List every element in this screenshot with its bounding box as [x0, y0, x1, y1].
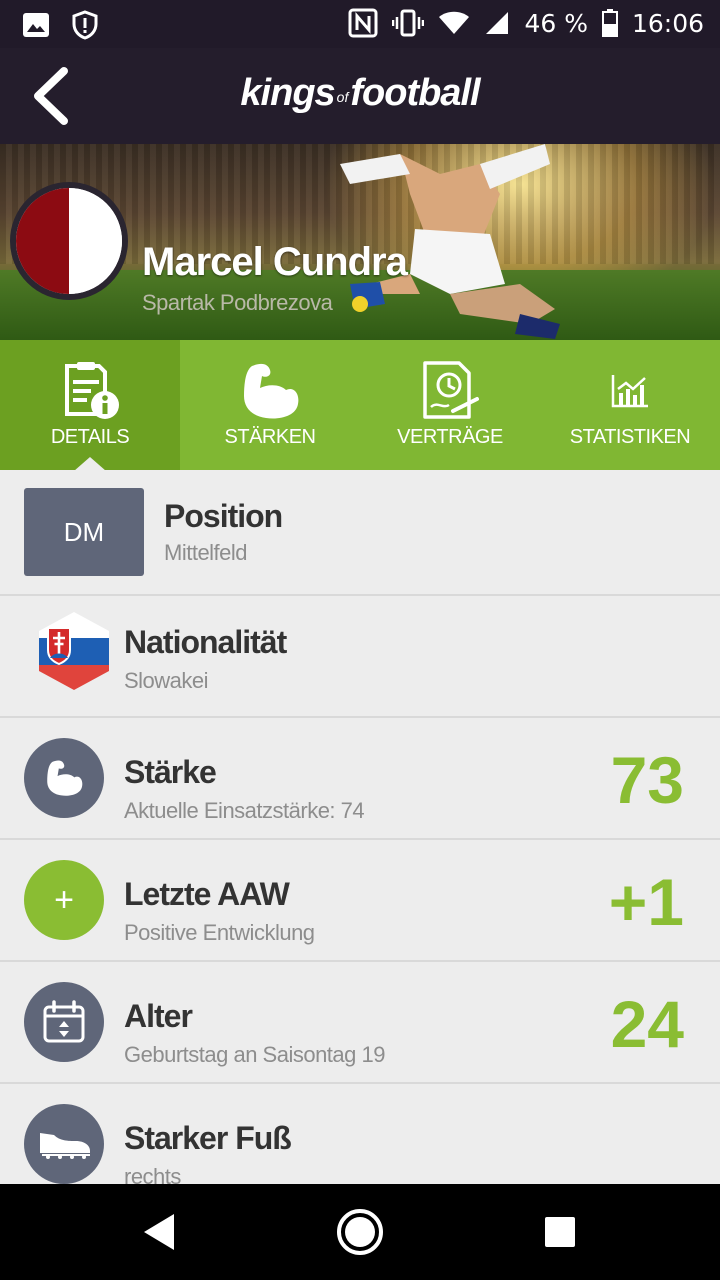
position-value: Mittelfeld: [164, 540, 248, 565]
nav-recents-icon: [545, 1217, 575, 1247]
last-aaw-row: + Letzte AAW Positive Entwicklung +1: [0, 840, 720, 962]
tab-statistics[interactable]: STATISTIKEN: [540, 340, 720, 470]
logo-text-of: of: [336, 89, 349, 105]
clock: 16:06: [631, 8, 704, 38]
details-list: DM Position Mittelfeld Nationalität Slow…: [0, 470, 720, 1206]
logo-text-kings: kings: [240, 72, 335, 114]
position-badge: DM: [24, 488, 144, 576]
tab-details-label: DETAILS: [50, 426, 130, 448]
strength-badge: [24, 738, 104, 818]
nationality-title: Nationalität: [124, 624, 287, 660]
nav-back-icon: [144, 1214, 174, 1250]
strength-subtitle: Aktuelle Einsatzstärke: 74: [124, 798, 365, 823]
strength-value: 73: [610, 743, 684, 817]
tab-strengths[interactable]: STÄRKEN: [180, 340, 360, 470]
strength-icon: [244, 363, 299, 419]
active-tab-indicator: [74, 457, 106, 471]
nav-home-button[interactable]: [334, 1206, 386, 1258]
tab-details[interactable]: DETAILS: [0, 340, 180, 471]
logo-text-football: football: [350, 72, 480, 114]
plus-icon: +: [24, 860, 104, 940]
age-value: 24: [610, 987, 684, 1061]
boot-icon: [40, 1133, 90, 1159]
last-aaw-value: +1: [608, 865, 684, 939]
last-aaw-subtitle: Positive Entwicklung: [124, 920, 315, 945]
nationality-row: Nationalität Slowakei: [0, 596, 720, 718]
age-badge: [24, 982, 104, 1062]
battery-percent: 46 %: [524, 8, 588, 38]
tab-bar: DETAILS STÄRKEN VERTRÄGE STATISTIKEN: [0, 340, 720, 471]
position-row: DM Position Mittelfeld: [0, 470, 720, 596]
age-title: Alter: [124, 998, 193, 1034]
statistics-icon: [611, 375, 648, 408]
nationality-value: Slowakei: [124, 668, 209, 693]
club-badge: [10, 182, 128, 300]
foot-badge: [24, 1104, 104, 1184]
nav-recents-button[interactable]: [534, 1206, 586, 1258]
tab-statistics-label: STATISTIKEN: [569, 426, 691, 448]
system-nav-bar: [0, 1184, 720, 1280]
club-name[interactable]: Spartak Podbrezova: [142, 290, 333, 316]
nav-back-button[interactable]: [134, 1206, 186, 1258]
bicep-icon: [47, 760, 83, 796]
last-aaw-title: Letzte AAW: [124, 876, 290, 912]
strength-row: Stärke Aktuelle Einsatzstärke: 74 73: [0, 718, 720, 840]
nav-home-icon: [337, 1209, 383, 1255]
age-subtitle: Geburtstag an Saisontag 19: [124, 1042, 385, 1067]
tab-strengths-label: STÄRKEN: [224, 426, 316, 448]
vibrate-icon: [392, 9, 425, 37]
details-icon: [65, 362, 119, 419]
calendar-icon: [43, 1000, 85, 1043]
wifi-icon: [439, 11, 470, 34]
strong-foot-title: Starker Fuß: [124, 1120, 292, 1156]
signal-icon: [486, 12, 509, 34]
age-row: Alter Geburtstag an Saisontag 19 24: [0, 962, 720, 1084]
app-logo: kings offootball: [0, 72, 720, 115]
tab-contracts[interactable]: VERTRÄGE: [360, 340, 540, 470]
battery-icon: [601, 9, 618, 37]
app-bar: kings offootball: [0, 48, 720, 144]
nfc-icon: [348, 8, 378, 38]
player-header: Marcel Cundra Spartak Podbrezova: [0, 144, 720, 340]
image-notification-icon: [23, 13, 49, 37]
status-bar: 46 % 16:06: [0, 0, 720, 48]
position-title: Position: [164, 498, 283, 534]
strength-title: Stärke: [124, 754, 217, 790]
alert-shield-icon: [72, 10, 98, 40]
tab-contracts-label: VERTRÄGE: [397, 426, 503, 448]
player-name: Marcel Cundra: [142, 240, 408, 284]
contract-icon: [423, 361, 479, 419]
slovakia-flag-icon: [39, 612, 109, 690]
